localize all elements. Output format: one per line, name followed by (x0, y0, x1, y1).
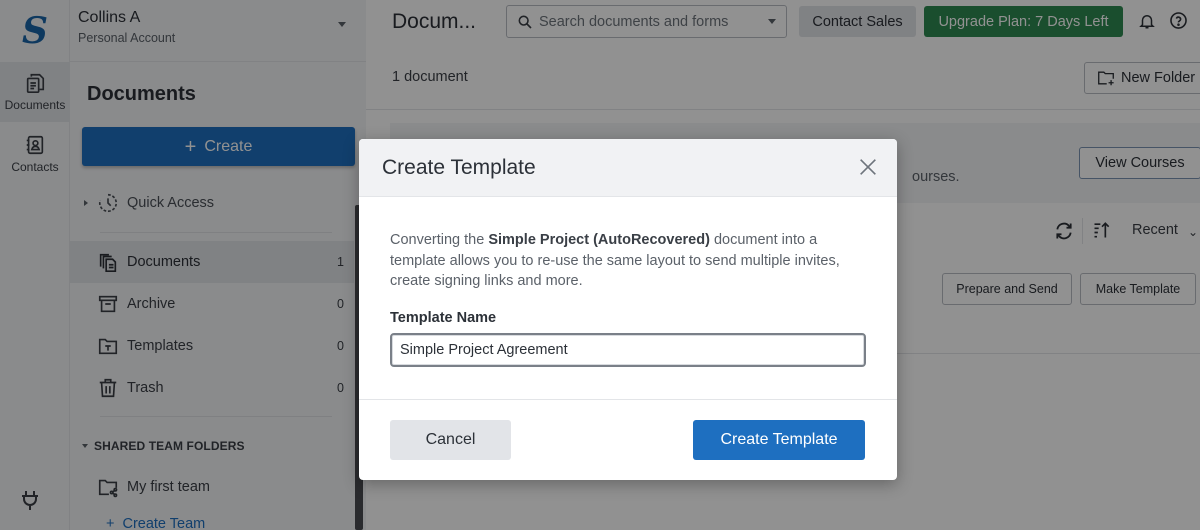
document-name: Simple Project (AutoRecovered) (488, 232, 710, 248)
close-icon[interactable] (857, 156, 879, 178)
cancel-button[interactable]: Cancel (390, 420, 511, 460)
create-template-dialog: Create Template Converting the Simple Pr… (359, 139, 897, 480)
divider (359, 399, 897, 400)
dialog-title: Create Template (382, 156, 536, 179)
description-prefix: Converting the (390, 232, 489, 248)
template-name-input[interactable] (390, 333, 866, 367)
dialog-description: Converting the Simple Project (AutoRecov… (390, 230, 870, 292)
create-template-button[interactable]: Create Template (693, 420, 865, 460)
template-name-label: Template Name (390, 310, 497, 326)
dialog-header: Create Template (359, 139, 897, 197)
